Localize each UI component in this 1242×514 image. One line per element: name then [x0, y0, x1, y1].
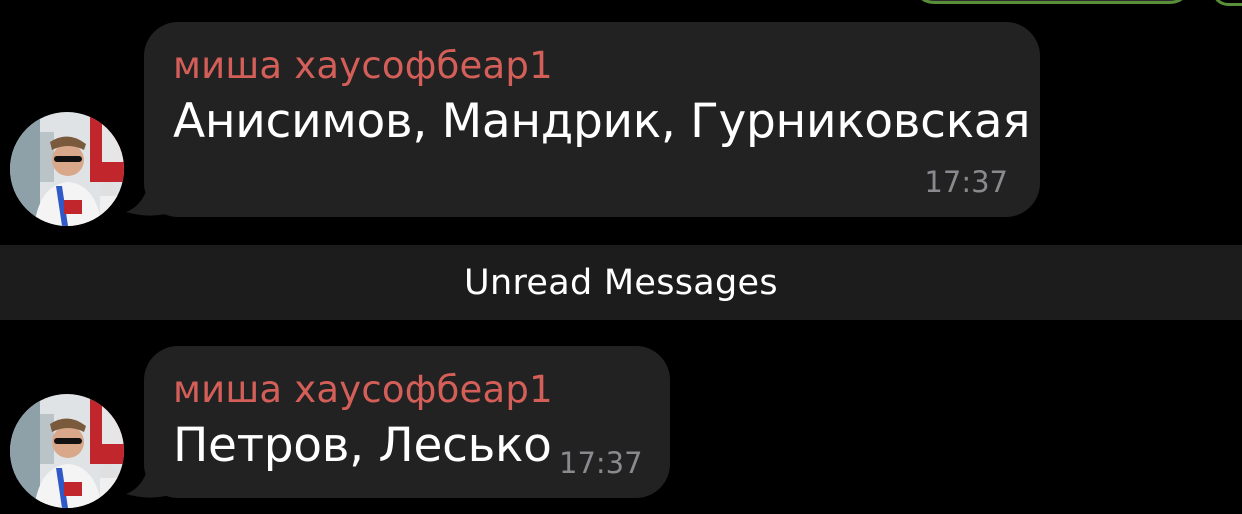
message-bubble[interactable]: миша хаусофбеар1 Петров, Лесько 17:37	[144, 346, 670, 498]
message-bubble[interactable]: миша хаусофбеар1 Анисимов, Мандрик, Гурн…	[144, 22, 1040, 217]
message-text: Анисимов, Мандрик, Гурниковская	[173, 94, 1031, 149]
avatar-photo-icon	[10, 394, 124, 508]
unread-messages-divider: Unread Messages	[0, 245, 1242, 320]
unread-messages-label: Unread Messages	[464, 262, 778, 303]
sender-avatar[interactable]	[10, 394, 124, 508]
sender-name[interactable]: миша хаусофбеар1	[173, 44, 553, 87]
sender-avatar[interactable]	[10, 112, 124, 226]
message-time: 17:37	[559, 446, 643, 480]
message-row: миша хаусофбеар1 Анисимов, Мандрик, Гурн…	[0, 0, 1242, 240]
chat-view: миша хаусофбеар1 Анисимов, Мандрик, Гурн…	[0, 0, 1242, 514]
avatar-photo-icon	[10, 112, 124, 226]
message-time: 17:37	[924, 165, 1008, 199]
message-row: миша хаусофбеар1 Петров, Лесько 17:37	[0, 330, 1242, 514]
sender-name[interactable]: миша хаусофбеар1	[173, 368, 553, 411]
message-text: Петров, Лесько	[173, 418, 552, 473]
